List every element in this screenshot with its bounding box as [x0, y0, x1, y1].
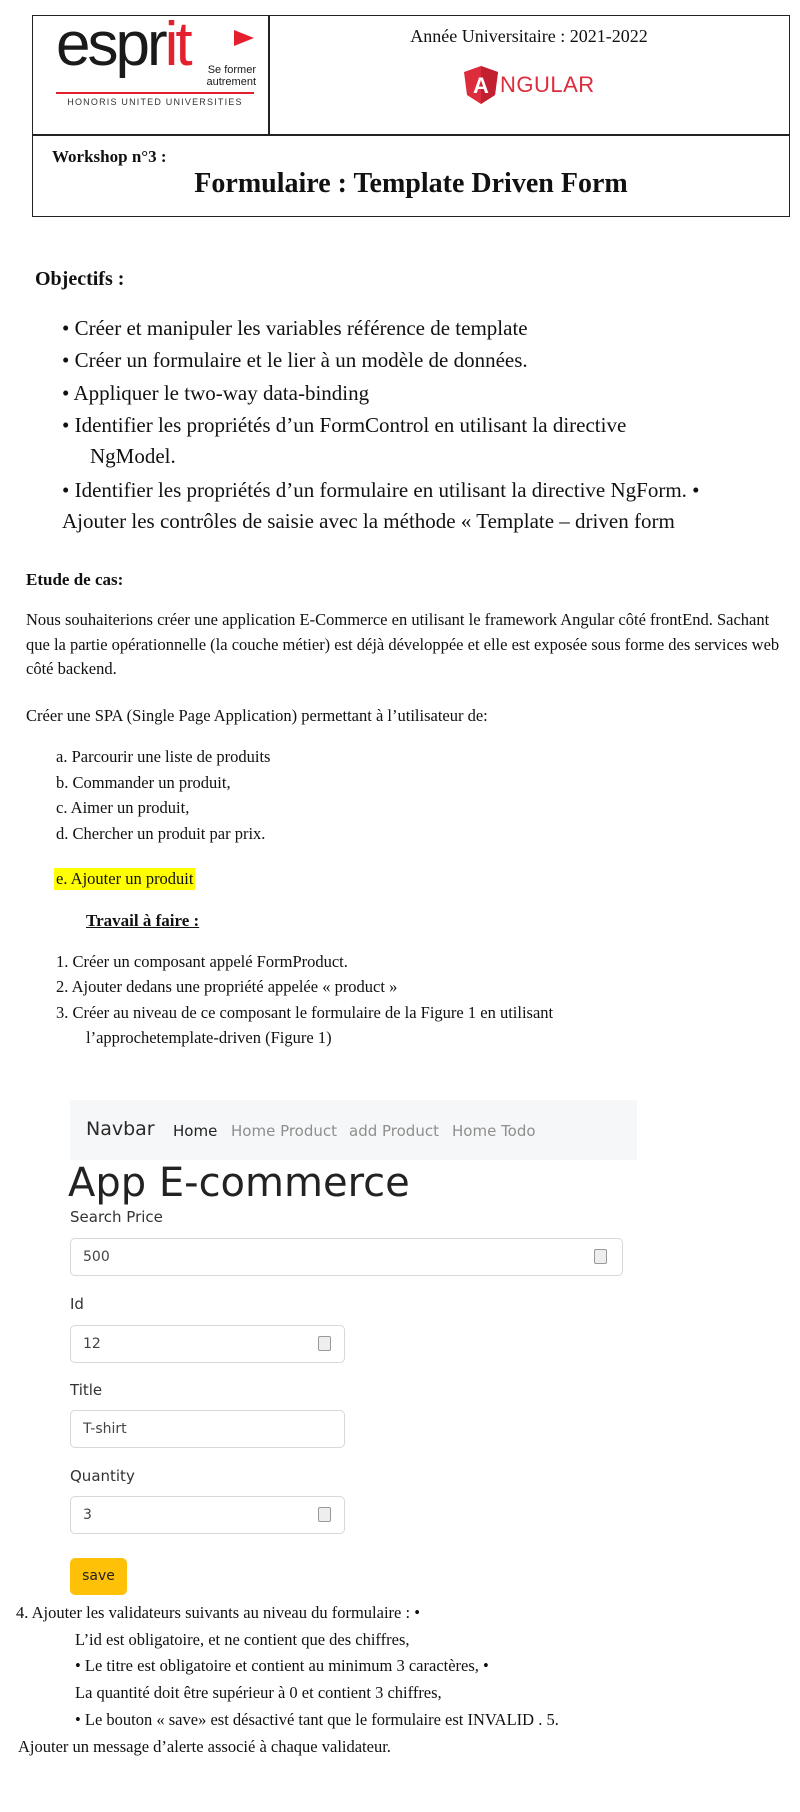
nav-link-home[interactable]: Home — [173, 1122, 217, 1140]
task-step-continued: l’approchetemplate-driven (Figure 1) — [86, 1028, 332, 1047]
esprit-flag-icon — [234, 30, 254, 46]
search-price-label: Search Price — [70, 1208, 163, 1226]
title-input[interactable]: T-shirt — [70, 1410, 345, 1448]
objective-item: • Créer et manipuler les variables référ… — [62, 316, 528, 340]
case-study-paragraph: Nous souhaiterions créer une application… — [26, 610, 780, 678]
quantity-label: Quantity — [70, 1467, 135, 1485]
spa-intro: Créer une SPA (Single Page Application) … — [26, 706, 488, 725]
app-title: App E-commerce — [68, 1160, 410, 1206]
id-value: 12 — [83, 1336, 101, 1352]
validator-alert-instruction: Ajouter un message d’alerte associé à ch… — [18, 1737, 391, 1756]
header-divider-horizontal — [32, 134, 790, 136]
objective-item: Ajouter les contrôles de saisie avec la … — [62, 509, 675, 533]
feature-list-item: d. Chercher un produit par prix. — [56, 824, 266, 843]
task-step: 1. Créer un composant appelé FormProduct… — [56, 952, 348, 971]
validator-item: La quantité doit être supérieur à 0 et c… — [75, 1683, 442, 1702]
feature-list-item: b. Commander un produit, — [56, 773, 231, 792]
search-price-value: 500 — [83, 1249, 110, 1265]
objective-item: • Identifier les propriétés d’un FormCon… — [62, 413, 627, 437]
angular-letter: A — [473, 73, 489, 98]
esprit-tagline: Se former autrement — [206, 64, 256, 88]
task-step: 3. Créer au niveau de ce composant le fo… — [56, 1003, 554, 1022]
spinner-icon[interactable] — [594, 1249, 607, 1264]
objective-item-continued: NgModel. — [90, 444, 176, 468]
academic-year: Année Universitaire : 2021-2022 — [410, 26, 648, 46]
title-value: T-shirt — [83, 1421, 127, 1437]
spinner-icon[interactable] — [318, 1336, 331, 1351]
tasks-heading: Travail à faire : — [86, 911, 200, 930]
quantity-input[interactable]: 3 — [70, 1496, 345, 1534]
objective-item: • Appliquer le two-way data-binding — [62, 381, 370, 405]
title-label: Title — [70, 1381, 103, 1399]
id-label: Id — [70, 1295, 84, 1313]
esprit-logo-brand: espr — [56, 10, 168, 79]
esprit-network: HONORIS UNITED UNIVERSITIES — [67, 97, 243, 107]
highlighted-feature: e. Ajouter un produit — [54, 868, 196, 890]
case-study-heading: Etude de cas: — [26, 570, 124, 589]
angular-wordmark: NGULAR — [500, 72, 595, 97]
objective-item: • Identifier les propriétés d’un formula… — [62, 478, 700, 502]
validator-item: L’id est obligatoire, et ne contient que… — [75, 1630, 410, 1649]
navbar-brand[interactable]: Navbar — [86, 1118, 155, 1140]
save-button[interactable]: save — [70, 1558, 127, 1595]
nav-link-home-product[interactable]: Home Product — [231, 1122, 337, 1140]
validator-item: • Le bouton « save» est désactivé tant q… — [75, 1710, 559, 1729]
search-price-input[interactable]: 500 — [70, 1238, 623, 1276]
page-title: Formulaire : Template Driven Form — [194, 168, 628, 199]
validator-intro: 4. Ajouter les validateurs suivants au n… — [16, 1603, 420, 1622]
objectives-heading: Objectifs : — [35, 268, 125, 290]
quantity-value: 3 — [83, 1507, 92, 1523]
validator-item: • Le titre est obligatoire et contient a… — [75, 1656, 489, 1675]
workshop-number: Workshop n°3 : — [52, 147, 167, 166]
task-step: 2. Ajouter dedans une propriété appelée … — [56, 977, 398, 996]
id-input[interactable]: 12 — [70, 1325, 345, 1363]
nav-link-add-product[interactable]: add Product — [349, 1122, 439, 1140]
objective-item: • Créer un formulaire et le lier à un mo… — [62, 348, 528, 372]
nav-link-home-todo[interactable]: Home Todo — [452, 1122, 536, 1140]
feature-list-item: c. Aimer un produit, — [56, 798, 190, 817]
feature-list-item: a. Parcourir une liste de produits — [56, 747, 271, 766]
spinner-icon[interactable] — [318, 1507, 331, 1522]
angular-shield-icon: A — [464, 66, 498, 104]
esprit-underline — [56, 92, 254, 94]
